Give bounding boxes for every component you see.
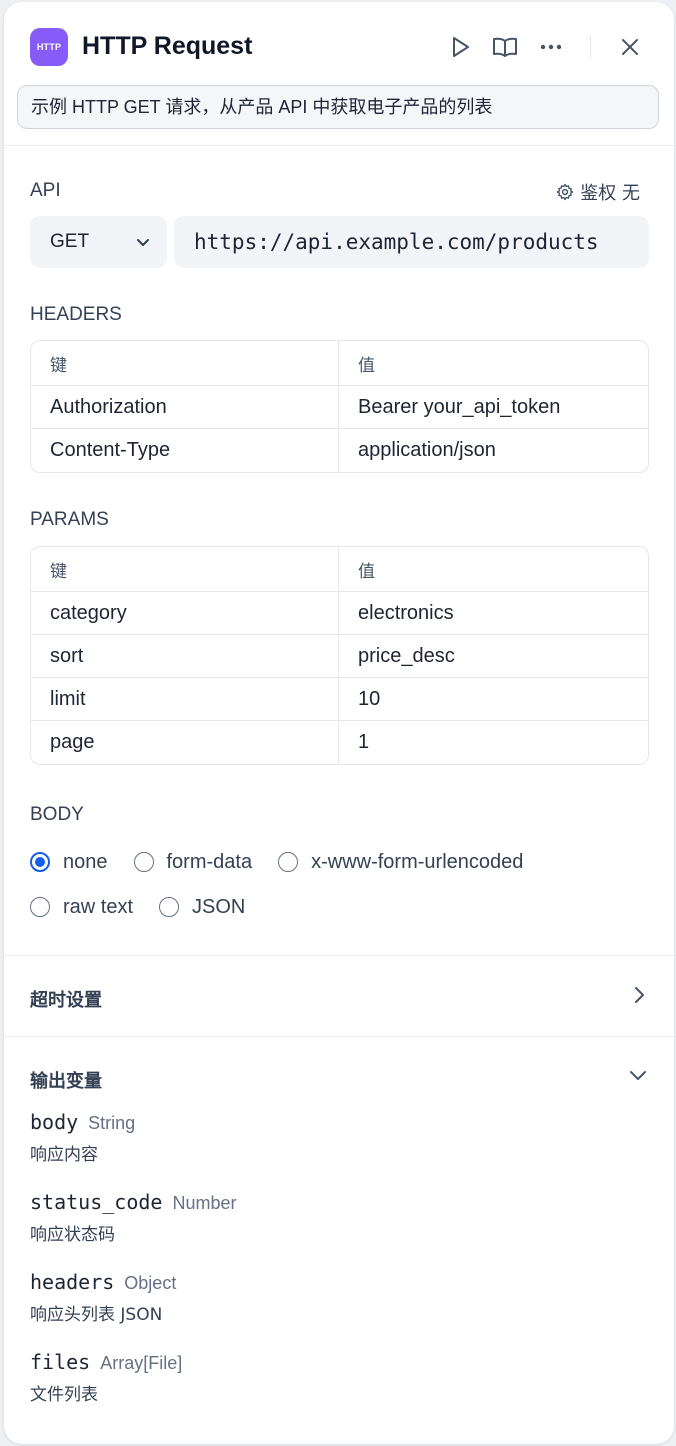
param-value-cell[interactable]: 10: [339, 678, 648, 721]
radio-label: JSON: [192, 895, 246, 918]
table-row: Content-Type application/json: [31, 429, 648, 472]
radio-indicator: [133, 852, 154, 872]
param-key-cell[interactable]: sort: [31, 635, 339, 678]
more-button[interactable]: [537, 33, 565, 61]
description-input[interactable]: 示例 HTTP GET 请求，从产品 API 中获取电子产品的列表: [17, 85, 659, 129]
param-key-cell[interactable]: category: [31, 592, 339, 635]
radio-form-data[interactable]: form-data: [133, 850, 253, 874]
headers-table: 键 值 Authorization Bearer your_api_token …: [30, 340, 649, 473]
timeout-settings-title: 超时设置: [30, 990, 102, 1011]
header-separator: [590, 36, 591, 58]
param-value-cell[interactable]: electronics: [339, 592, 648, 635]
param-key-cell[interactable]: page: [31, 721, 339, 764]
var-description: 响应状态码: [30, 1225, 115, 1245]
url-input[interactable]: https://api.example.com/products: [174, 216, 649, 268]
table-row: category electronics: [31, 592, 648, 635]
table-header-row: 键 值: [31, 341, 648, 386]
param-key-cell[interactable]: limit: [31, 678, 339, 721]
radio-label: raw text: [63, 895, 134, 918]
radio-indicator: [30, 897, 50, 917]
more-horizontal-icon: [540, 44, 562, 50]
var-name: status_code: [30, 1190, 163, 1214]
radio-indicator: [278, 852, 299, 872]
auth-label: 鉴权 无: [580, 183, 640, 204]
radio-label: none: [63, 850, 108, 873]
divider: [4, 145, 674, 146]
column-header-key: 键: [31, 547, 339, 592]
output-var-status-code: status_code Number 响应状态码: [30, 1190, 236, 1245]
var-description: 文件列表: [30, 1385, 98, 1405]
chevron-down-icon: [137, 239, 149, 246]
var-description: 响应内容: [30, 1145, 98, 1165]
output-var-body: body String 响应内容: [30, 1110, 135, 1165]
column-header-value: 值: [339, 341, 648, 386]
output-var-headers: headers Object 响应头列表 JSON: [30, 1270, 176, 1325]
http-node-icon: HTTP: [30, 28, 68, 66]
params-section-label: PARAMS: [30, 509, 109, 530]
table-row: sort price_desc: [31, 635, 648, 678]
book-open-icon: [493, 37, 517, 57]
params-table: 键 值 category electronics sort price_desc…: [30, 546, 649, 765]
radio-x-www-form-urlencoded[interactable]: x-www-form-urlencoded: [278, 851, 523, 874]
method-value: GET: [50, 231, 90, 252]
radio-json[interactable]: JSON: [159, 896, 245, 919]
timeout-settings-toggle[interactable]: 超时设置: [4, 957, 674, 1037]
divider: [4, 1036, 674, 1037]
headers-section-label: HEADERS: [30, 304, 122, 325]
run-button[interactable]: [446, 33, 474, 61]
radio-label: x-www-form-urlencoded: [311, 850, 524, 873]
close-icon: [622, 39, 638, 55]
node-title[interactable]: HTTP Request: [82, 32, 252, 61]
panel-header: HTTP HTTP Request: [4, 2, 674, 82]
output-var-files: files Array[File] 文件列表: [30, 1350, 182, 1405]
docs-button[interactable]: [491, 33, 519, 61]
var-type: Number: [172, 1193, 237, 1213]
api-section-label: API: [30, 180, 61, 201]
column-header-key: 键: [31, 341, 339, 386]
node-panel: HTTP HTTP Request 示例 HTTP GET 请求，从产品 API…: [4, 2, 674, 1444]
table-row: limit 10: [31, 678, 648, 721]
output-variables-toggle[interactable]: 输出变量: [4, 1038, 674, 1118]
auth-button[interactable]: 鉴权 无: [556, 179, 640, 205]
radio-indicator: [159, 897, 180, 917]
var-type: Array[File]: [100, 1353, 183, 1373]
var-name: body: [30, 1110, 79, 1134]
radio-selected-indicator: [30, 852, 50, 872]
var-name: files: [30, 1350, 91, 1374]
param-value-cell[interactable]: 1: [339, 721, 648, 764]
chevron-right-icon: [635, 987, 644, 1003]
table-row: Authorization Bearer your_api_token: [31, 386, 648, 429]
param-value-cell[interactable]: price_desc: [339, 635, 648, 678]
var-name: headers: [30, 1270, 115, 1294]
header-key-cell[interactable]: Content-Type: [31, 429, 339, 472]
gear-icon: [557, 183, 574, 201]
header-key-cell[interactable]: Authorization: [31, 386, 339, 429]
method-select[interactable]: GET: [30, 216, 167, 268]
radio-raw-text[interactable]: raw text: [30, 896, 133, 919]
var-type: Object: [124, 1273, 177, 1293]
table-row: page 1: [31, 721, 648, 764]
header-value-cell[interactable]: Bearer your_api_token: [339, 386, 648, 429]
radio-label: form-data: [166, 850, 253, 873]
close-button[interactable]: [616, 33, 644, 61]
column-header-value: 值: [339, 547, 648, 592]
play-icon: [453, 37, 469, 57]
radio-none[interactable]: none: [30, 851, 108, 874]
chevron-down-icon: [630, 1071, 646, 1080]
var-description: 响应头列表 JSON: [30, 1305, 163, 1325]
header-value-cell[interactable]: application/json: [339, 429, 648, 472]
var-type: String: [88, 1113, 136, 1133]
divider: [4, 955, 674, 956]
output-variables-title: 输出变量: [30, 1071, 102, 1092]
body-type-radio-group: none form-data x-www-form-urlencoded raw…: [30, 847, 549, 922]
body-section-label: BODY: [30, 804, 84, 825]
table-header-row: 键 值: [31, 547, 648, 592]
